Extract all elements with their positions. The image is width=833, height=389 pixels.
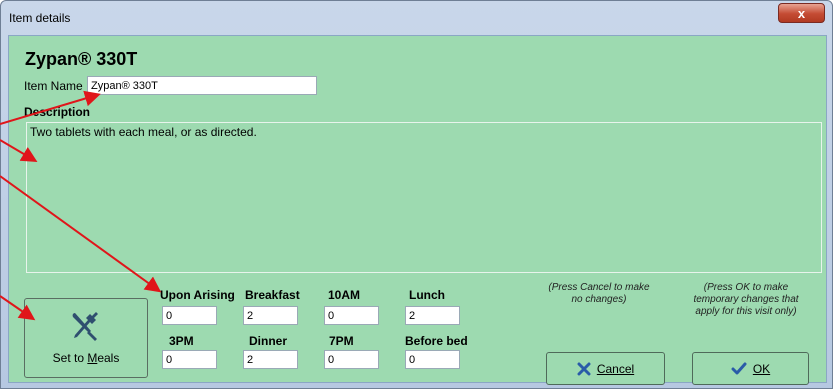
arrow-to-description [0,139,38,163]
arrow-to-upon-arising [0,175,162,293]
arrow-to-set-meals [0,295,36,321]
annotation-arrows [0,90,162,321]
arrow-to-item-name [0,90,101,125]
